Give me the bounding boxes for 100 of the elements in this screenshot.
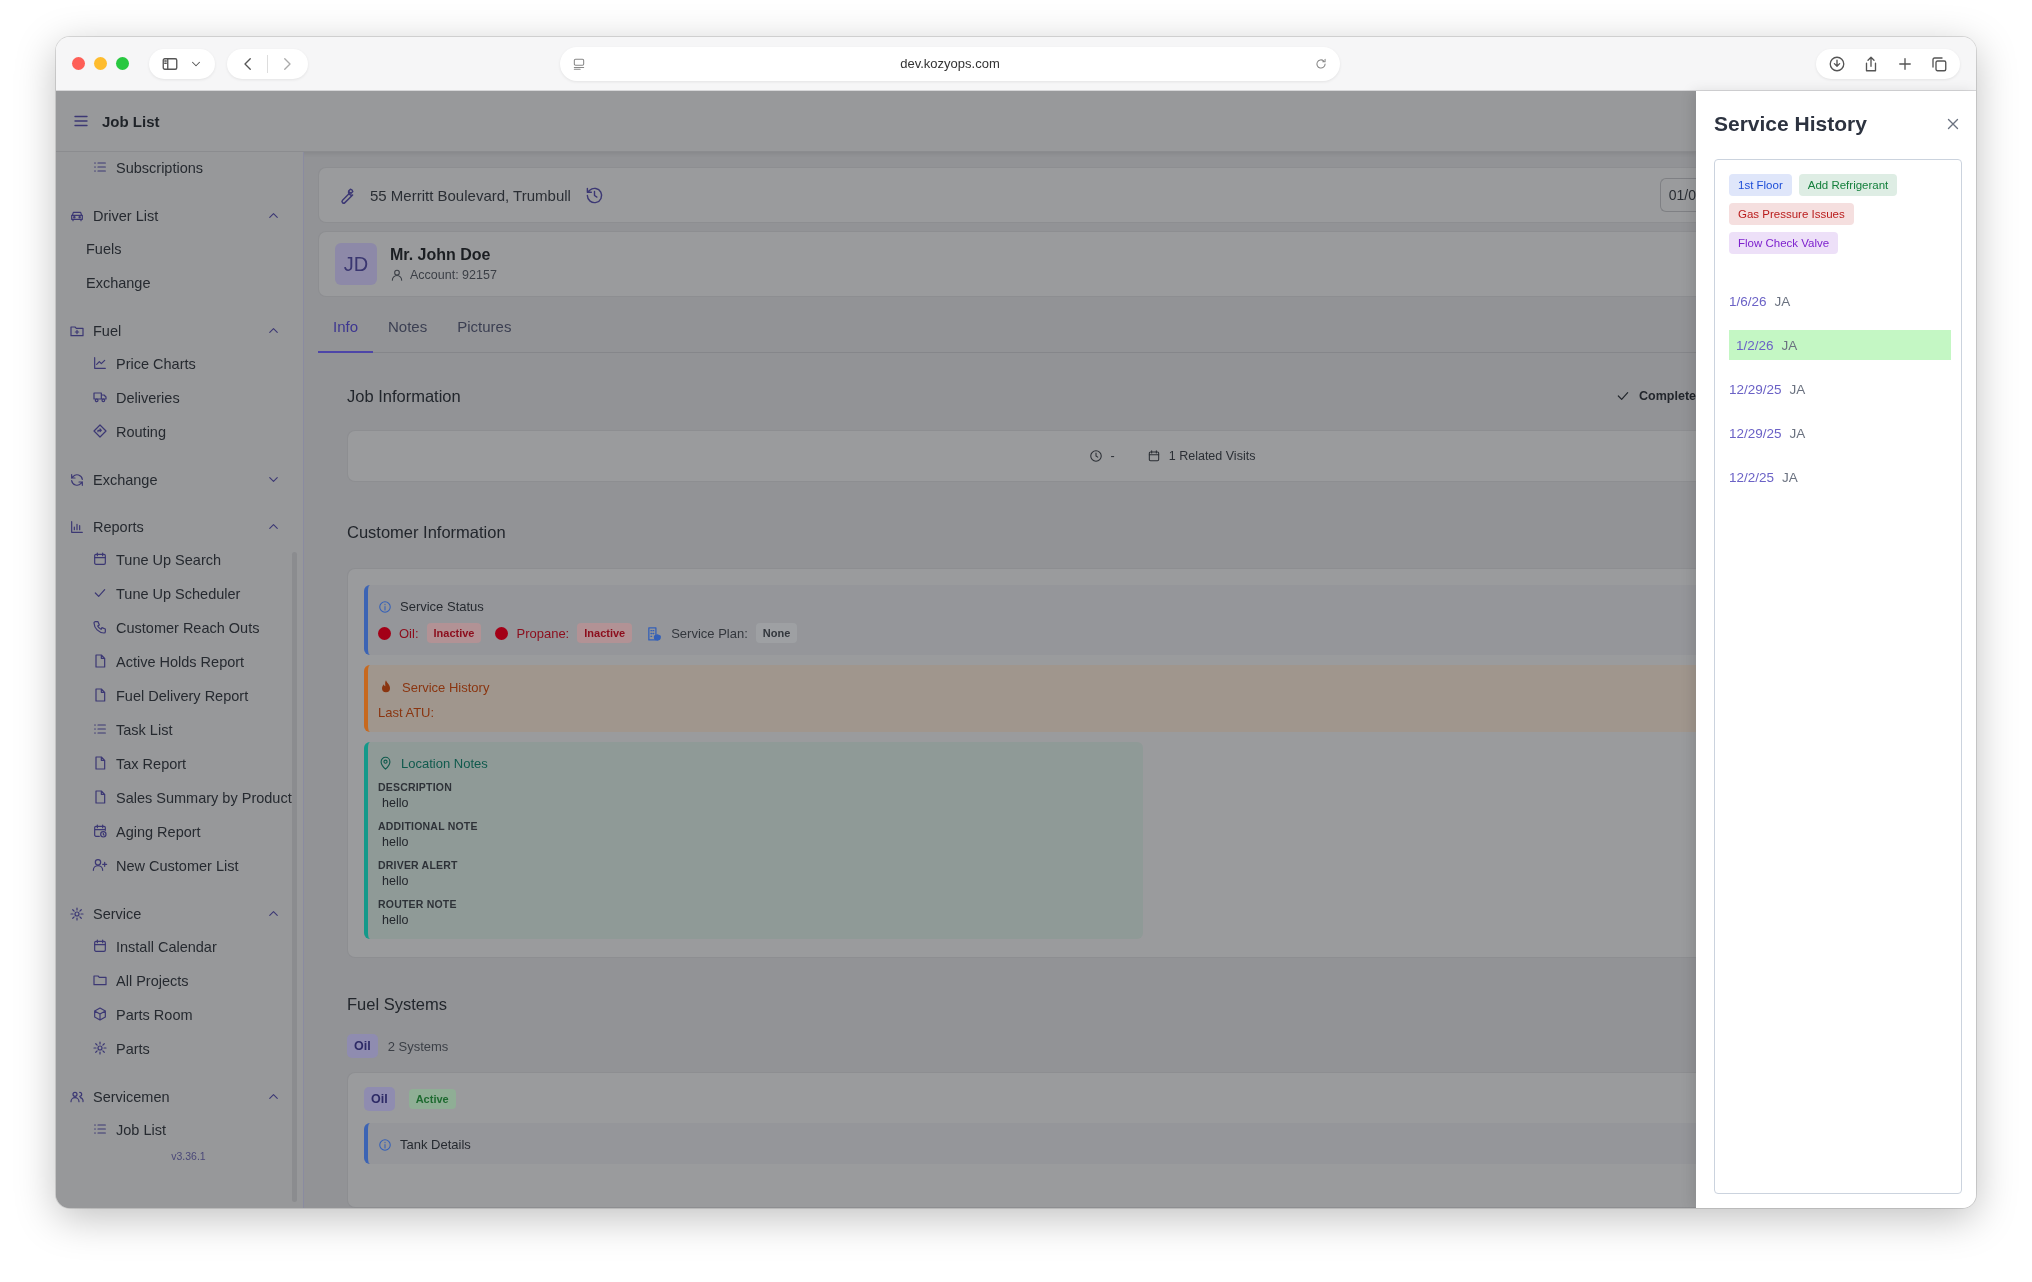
- entry-initials: JA: [1789, 381, 1806, 397]
- sidebar-group[interactable]: Driver List: [56, 198, 303, 233]
- status-badge: Inactive: [426, 623, 482, 643]
- sidebar-item[interactable]: Parts Room: [56, 999, 303, 1033]
- sidebar-group[interactable]: Reports: [56, 509, 303, 544]
- tab[interactable]: Notes: [373, 301, 443, 353]
- entry-date: 12/29/25: [1729, 425, 1782, 441]
- truck-icon: [92, 389, 108, 405]
- sidebar-item[interactable]: Price Charts: [56, 348, 303, 382]
- sidebar-group[interactable]: Exchange: [56, 462, 303, 497]
- sidebar-item[interactable]: Tax Report: [56, 748, 303, 782]
- note-label: ADDITIONAL NOTE: [378, 820, 479, 832]
- address-text: 55 Merritt Boulevard, Trumbull: [370, 186, 571, 204]
- sidebar-group[interactable]: Servicemen: [56, 1079, 303, 1114]
- sidebar-item[interactable]: Exchange: [56, 267, 303, 301]
- section-title: Job Information: [347, 386, 462, 406]
- status-badge: Active: [408, 1089, 456, 1109]
- fuel-filter-chip[interactable]: Oil: [347, 1034, 378, 1058]
- sidebar-item[interactable]: Install Calendar: [56, 931, 303, 965]
- page-title: Job List: [102, 112, 160, 130]
- tab[interactable]: Pictures: [442, 301, 527, 353]
- sidebar-item[interactable]: Aging Report: [56, 816, 303, 850]
- page-icon: [572, 56, 586, 71]
- history-entry[interactable]: 12/2/25 JA: [1729, 462, 1951, 492]
- status-dot: [378, 626, 391, 640]
- address-bar[interactable]: dev.kozyops.com: [560, 46, 1340, 81]
- phone-icon: [92, 619, 108, 635]
- file-icon: [92, 789, 108, 805]
- sidebar-group[interactable]: Fuel: [56, 313, 303, 348]
- last-atu-label: Last ATU:: [378, 705, 436, 720]
- note-label: DESCRIPTION: [378, 781, 453, 793]
- download-icon: [1828, 54, 1846, 73]
- version-label: v3.36.1: [170, 1149, 207, 1162]
- sidebar-item[interactable]: Job List: [56, 1114, 303, 1148]
- related-visits: 1 Related Visits: [1168, 449, 1256, 463]
- sidebar-group[interactable]: Service: [56, 896, 303, 931]
- file-icon: [92, 687, 108, 703]
- list-icon: [92, 1121, 108, 1137]
- plan-badge: None: [755, 623, 798, 643]
- tag: 1st Floor: [1729, 174, 1792, 196]
- tag: Add Refrigerant: [1798, 174, 1898, 196]
- sidebar-item[interactable]: Deliveries: [56, 382, 303, 416]
- tag: Flow Check Valve: [1729, 232, 1839, 254]
- info-icon: [378, 599, 392, 614]
- section-title: Customer Information: [347, 522, 507, 542]
- sidebar-item[interactable]: All Projects: [56, 965, 303, 999]
- history-entry[interactable]: 12/29/25 JA: [1729, 418, 1951, 448]
- chart-line-icon: [92, 355, 108, 371]
- sidebar-item[interactable]: Parts: [56, 1033, 303, 1067]
- section-title: Fuel Systems: [347, 994, 448, 1014]
- sidebar-item[interactable]: Sales Summary by Product: [56, 782, 303, 816]
- tabs-icon: [1930, 54, 1948, 73]
- fuel-label: Propane:: [516, 625, 570, 641]
- note-value: hello: [382, 796, 410, 810]
- entry-initials: JA: [1782, 469, 1798, 485]
- system-count: 2 Systems: [387, 1038, 449, 1054]
- file-icon: [92, 653, 108, 669]
- reload-icon: [1314, 56, 1328, 71]
- entry-initials: JA: [1789, 425, 1806, 441]
- history-entry[interactable]: 1/2/26 JA: [1729, 330, 1951, 360]
- job-time: -: [1110, 449, 1115, 463]
- history-entry[interactable]: 12/29/25 JA: [1729, 374, 1951, 404]
- entry-date: 12/2/25: [1729, 469, 1775, 485]
- user-icon: [390, 268, 404, 283]
- calendar-icon: [92, 938, 108, 954]
- close-window-button[interactable]: [72, 57, 85, 70]
- building-icon: [646, 624, 664, 642]
- box-icon: [92, 1006, 108, 1022]
- customer-name: Mr. John Doe: [390, 246, 492, 265]
- status-badge: Inactive: [577, 623, 633, 643]
- sidebar-item[interactable]: Active Holds Report: [56, 646, 303, 680]
- maximize-window-button[interactable]: [116, 57, 129, 70]
- note-label: DRIVER ALERT: [378, 859, 459, 871]
- sidebar-item[interactable]: Task List: [56, 714, 303, 748]
- sidebar-item[interactable]: Subscriptions: [56, 152, 303, 186]
- sidebar-item[interactable]: Fuels: [56, 233, 303, 267]
- entry-date: 1/6/26: [1729, 293, 1767, 309]
- info-icon: [378, 1137, 392, 1152]
- file-icon: [92, 755, 108, 771]
- tab[interactable]: Info: [318, 301, 374, 353]
- sidebar-item[interactable]: Tune Up Search: [56, 544, 303, 578]
- avatar: JD: [335, 243, 377, 286]
- list-icon: [92, 721, 108, 737]
- refresh-icon: [69, 471, 85, 488]
- sidebar-item[interactable]: Customer Reach Outs: [56, 612, 303, 646]
- history-entry[interactable]: 1/6/26 JA: [1729, 286, 1951, 316]
- diamond-icon: [92, 423, 108, 439]
- entry-initials: JA: [1781, 337, 1798, 353]
- minimize-window-button[interactable]: [94, 57, 107, 70]
- sidebar-item[interactable]: Tune Up Scheduler: [56, 578, 303, 612]
- status-dot: [495, 626, 509, 640]
- sidebar-item[interactable]: Fuel Delivery Report: [56, 680, 303, 714]
- settings-icon: [69, 905, 85, 922]
- calendar-icon: [92, 551, 108, 567]
- callout-title: Service Status: [400, 599, 484, 614]
- sidebar-item[interactable]: New Customer List: [56, 850, 303, 884]
- fuel-type-chip: Oil: [364, 1087, 395, 1111]
- calendar-icon: [1146, 449, 1161, 463]
- sidebar-item[interactable]: Routing: [56, 416, 303, 450]
- account-number: Account: 92157: [410, 268, 497, 283]
